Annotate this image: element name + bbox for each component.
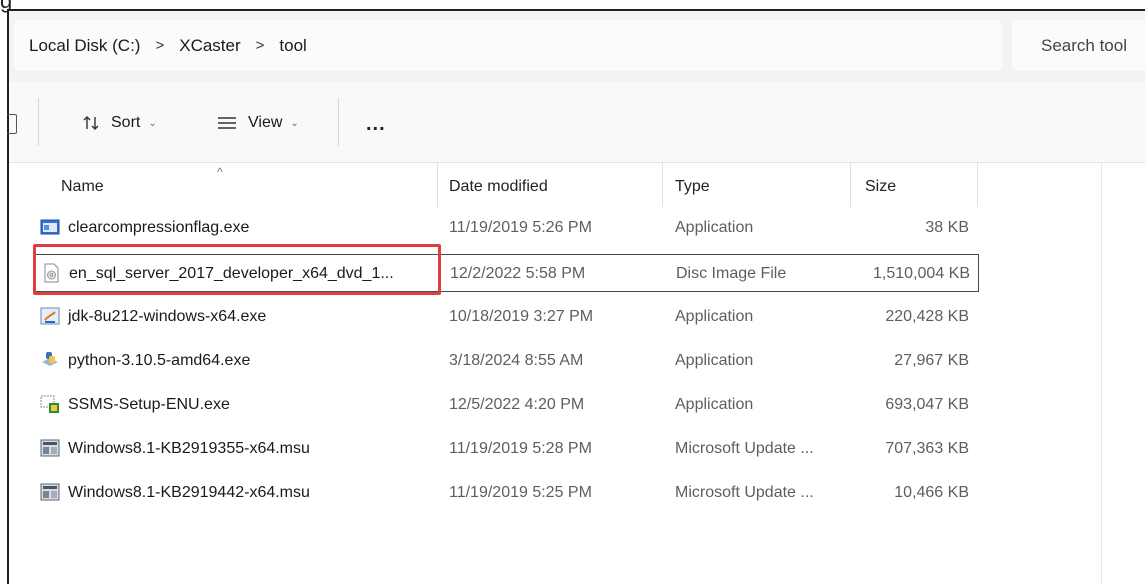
file-row[interactable]: python-3.10.5-amd64.exe 3/18/2024 8:55 A…: [34, 342, 979, 380]
column-divider[interactable]: [850, 163, 851, 207]
setup-installer-icon: [40, 395, 59, 413]
file-size: 693,047 KB: [885, 396, 969, 413]
python-installer-icon: [42, 352, 58, 366]
file-name: Windows8.1-KB2919442-x64.msu: [68, 484, 310, 501]
column-header-row: ^ Name Date modified Type Size: [9, 163, 1145, 209]
file-date: 11/19/2019 5:28 PM: [449, 440, 592, 457]
file-type: Application: [675, 308, 754, 325]
view-label: View: [248, 114, 283, 131]
column-header-type[interactable]: Type: [675, 178, 710, 196]
partial-toolbar-icon[interactable]: [7, 114, 17, 134]
red-highlight-box: [33, 244, 441, 295]
file-name: Windows8.1-KB2919355-x64.msu: [68, 440, 310, 457]
file-size: 27,967 KB: [894, 352, 969, 369]
breadcrumb-tool[interactable]: tool: [279, 36, 306, 56]
file-row[interactable]: Windows8.1-KB2919442-x64.msu 11/19/2019 …: [34, 474, 979, 512]
file-type: Disc Image File: [676, 265, 787, 282]
details-pane-divider: [1101, 163, 1102, 584]
column-header-name[interactable]: Name: [61, 178, 104, 196]
column-header-size[interactable]: Size: [865, 178, 896, 196]
breadcrumb-local-disk[interactable]: Local Disk (C:): [29, 36, 140, 56]
file-name: python-3.10.5-amd64.exe: [68, 352, 251, 369]
app-window-icon: [40, 219, 60, 235]
file-row[interactable]: Windows8.1-KB2919355-x64.msu 11/19/2019 …: [34, 430, 979, 468]
file-size: 1,510,004 KB: [873, 265, 970, 282]
file-date: 12/5/2022 4:20 PM: [449, 396, 585, 413]
breadcrumb-xcaster[interactable]: XCaster: [179, 36, 240, 56]
file-name: SSMS-Setup-ENU.exe: [68, 396, 230, 413]
address-bar: Local Disk (C:) > XCaster > tool Search …: [9, 11, 1145, 82]
file-row[interactable]: SSMS-Setup-ENU.exe 12/5/2022 4:20 PM App…: [34, 386, 979, 424]
search-placeholder: Search tool: [1041, 35, 1127, 55]
file-size: 38 KB: [925, 219, 969, 236]
java-installer-icon: [40, 307, 60, 325]
breadcrumb-separator-icon: >: [155, 37, 165, 54]
file-date: 11/19/2019 5:26 PM: [449, 219, 592, 236]
file-name: jdk-8u212-windows-x64.exe: [68, 308, 267, 325]
view-button[interactable]: View ⌄: [217, 109, 299, 137]
more-options-button[interactable]: ...: [366, 113, 386, 136]
file-type: Application: [675, 219, 754, 236]
chevron-down-icon: ⌄: [290, 117, 299, 129]
file-type: Application: [675, 396, 754, 413]
toolbar-divider: [338, 98, 339, 146]
file-date: 3/18/2024 8:55 AM: [449, 352, 584, 369]
view-lines-icon: [218, 117, 236, 129]
command-bar: Sort ⌄ View ⌄ ...: [7, 82, 1145, 163]
file-type: Application: [675, 352, 754, 369]
breadcrumb[interactable]: Local Disk (C:) > XCaster > tool: [14, 20, 1002, 71]
file-type: Microsoft Update ...: [675, 484, 814, 501]
file-name: clearcompressionflag.exe: [68, 219, 250, 236]
file-row[interactable]: clearcompressionflag.exe 11/19/2019 5:26…: [34, 209, 979, 247]
sort-arrows-icon: [83, 116, 99, 130]
file-size: 10,466 KB: [894, 484, 969, 501]
file-size: 220,428 KB: [885, 308, 969, 325]
breadcrumb-separator-icon: >: [255, 37, 265, 54]
file-row[interactable]: jdk-8u212-windows-x64.exe 10/18/2019 3:2…: [34, 298, 979, 336]
sort-label: Sort: [111, 114, 141, 131]
search-input[interactable]: Search tool: [1012, 20, 1145, 71]
chevron-down-icon: ⌄: [148, 117, 157, 129]
file-date: 11/19/2019 5:25 PM: [449, 484, 592, 501]
column-header-date[interactable]: Date modified: [449, 178, 548, 196]
file-explorer-window: Local Disk (C:) > XCaster > tool Search …: [7, 9, 1145, 584]
column-divider[interactable]: [977, 163, 978, 207]
sort-button[interactable]: Sort ⌄: [82, 109, 157, 137]
file-type: Microsoft Update ...: [675, 440, 814, 457]
toolbar-divider: [38, 98, 39, 146]
update-package-icon: [40, 439, 60, 457]
update-package-icon: [40, 483, 60, 501]
file-date: 12/2/2022 5:58 PM: [450, 265, 586, 282]
file-size: 707,363 KB: [885, 440, 969, 457]
column-divider[interactable]: [437, 163, 438, 207]
column-divider[interactable]: [662, 163, 663, 207]
file-date: 10/18/2019 3:27 PM: [449, 308, 594, 325]
sort-ascending-icon: ^: [217, 165, 223, 179]
